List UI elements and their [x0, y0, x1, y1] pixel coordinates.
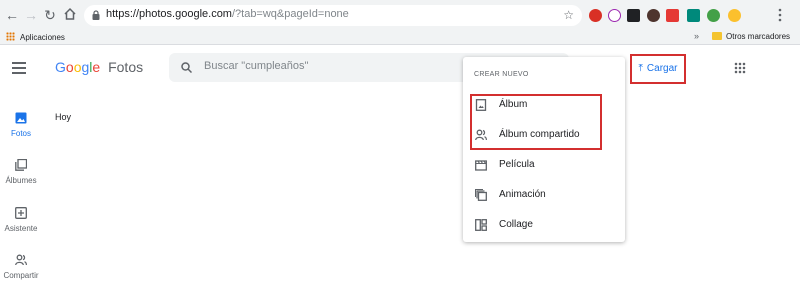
- lock-icon: [92, 10, 100, 20]
- rail-item-assistant[interactable]: Asistente: [0, 207, 42, 233]
- menu-title: CREAR NUEVO: [474, 71, 529, 78]
- rail-item-photos[interactable]: Fotos: [0, 112, 42, 138]
- rail-label: Álbumes: [5, 176, 37, 185]
- sharing-icon: [15, 254, 27, 266]
- bookmarks-overflow-button[interactable]: »: [694, 31, 699, 41]
- search-input[interactable]: [204, 60, 484, 72]
- folder-icon: [712, 32, 722, 40]
- rail-label: Fotos: [10, 129, 31, 138]
- rail-label: Asistente: [4, 224, 38, 233]
- bookmark-star-icon[interactable]: ☆: [563, 8, 574, 22]
- home-icon[interactable]: [62, 7, 78, 23]
- photo-icon: [15, 112, 27, 124]
- bookmark-apps[interactable]: Aplicaciones: [6, 32, 65, 42]
- extension-icon[interactable]: [647, 9, 660, 22]
- back-arrow-icon[interactable]: ←: [4, 7, 20, 23]
- forward-arrow-icon[interactable]: →: [23, 7, 39, 23]
- rail-item-albums[interactable]: Álbumes: [0, 159, 42, 185]
- rail-item-sharing[interactable]: Compartir: [0, 254, 42, 280]
- extension-icon[interactable]: [608, 9, 621, 22]
- menu-item-movie[interactable]: Película: [463, 151, 625, 179]
- browser-toolbar: ← → ↻ https://photos.google.com/?tab=wq&…: [0, 0, 800, 30]
- animation-icon: [475, 189, 487, 201]
- main-menu-icon[interactable]: [12, 62, 26, 74]
- annotation-highlight-box: [470, 94, 602, 150]
- google-photos-logo[interactable]: Google Fotos: [55, 59, 143, 75]
- logo-product: Fotos: [108, 59, 144, 75]
- logo-google: Google: [55, 59, 101, 75]
- extension-icon[interactable]: [627, 9, 640, 22]
- apps-grid-icon: [6, 32, 15, 41]
- extension-icon[interactable]: [666, 9, 679, 22]
- assistant-icon: [15, 207, 27, 219]
- extension-icon[interactable]: [707, 9, 720, 22]
- extension-icon[interactable]: [728, 9, 741, 22]
- upload-button[interactable]: ⤒ Cargar: [630, 54, 686, 84]
- albums-icon: [15, 159, 27, 171]
- url-text: https://photos.google.com/?tab=wq&pageId…: [106, 8, 349, 20]
- movie-icon: [475, 160, 487, 171]
- address-bar[interactable]: https://photos.google.com/?tab=wq&pageId…: [84, 5, 582, 26]
- collage-icon: [475, 219, 487, 231]
- bookmarks-bar: Aplicaciones » Otros marcadores: [0, 30, 800, 45]
- extension-icon[interactable]: [589, 9, 602, 22]
- bookmark-other-folder[interactable]: Otros marcadores: [712, 32, 790, 41]
- upload-icon: ⤒: [638, 63, 643, 74]
- extension-icon[interactable]: [687, 9, 700, 22]
- google-apps-icon[interactable]: [734, 62, 746, 74]
- menu-item-collage[interactable]: Collage: [463, 211, 625, 239]
- menu-item-animation[interactable]: Animación: [463, 181, 625, 209]
- reload-icon[interactable]: ↻: [42, 7, 58, 23]
- search-icon: [181, 62, 192, 73]
- rail-label: Compartir: [3, 271, 39, 280]
- browser-menu-icon[interactable]: [778, 8, 782, 22]
- section-heading-today: Hoy: [55, 112, 72, 122]
